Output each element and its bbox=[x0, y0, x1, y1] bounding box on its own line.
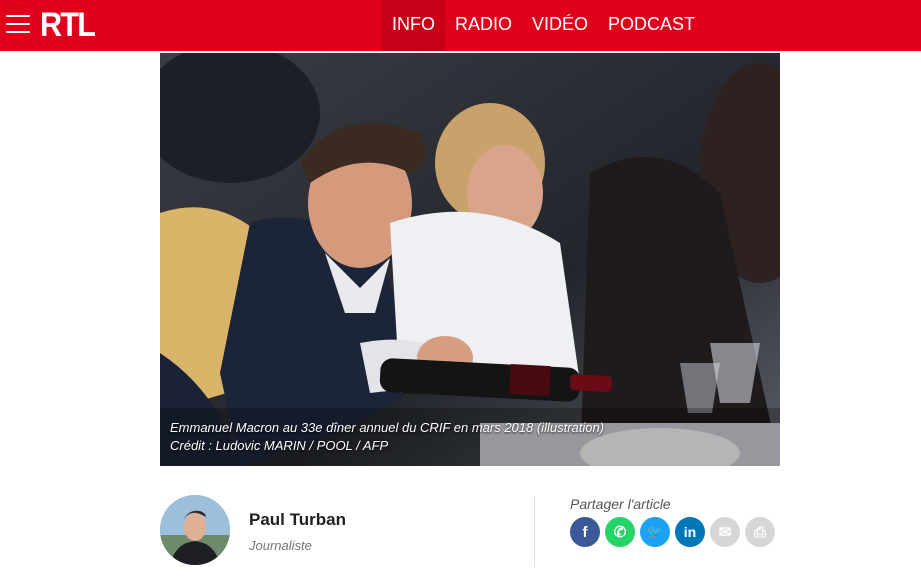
nav-item-radio[interactable]: RADIO bbox=[445, 0, 522, 51]
hero-photo bbox=[160, 53, 780, 466]
nav-item-video[interactable]: VIDÉO bbox=[522, 0, 598, 51]
share-buttons: f ✆ 🐦 in ✉ ⎙ bbox=[570, 517, 775, 547]
print-icon[interactable]: ⎙ bbox=[745, 517, 775, 547]
article-hero-image: Emmanuel Macron au 33e dîner annuel du C… bbox=[160, 53, 780, 466]
top-navigation-bar: RTL INFO RADIO VIDÉO PODCAST bbox=[0, 0, 921, 51]
whatsapp-icon[interactable]: ✆ bbox=[605, 517, 635, 547]
facebook-icon[interactable]: f bbox=[570, 517, 600, 547]
author-avatar[interactable] bbox=[160, 495, 230, 565]
author-name[interactable]: Paul Turban bbox=[249, 510, 346, 530]
whatsapp-glyph: ✆ bbox=[613, 524, 627, 541]
print-glyph: ⎙ bbox=[753, 523, 766, 541]
nav-item-podcast[interactable]: PODCAST bbox=[598, 0, 705, 51]
hamburger-icon[interactable] bbox=[6, 12, 32, 38]
divider bbox=[534, 496, 535, 566]
share-title: Partager l'article bbox=[570, 496, 671, 512]
main-nav: INFO RADIO VIDÉO PODCAST bbox=[382, 0, 705, 51]
rtl-logo[interactable]: RTL bbox=[40, 8, 96, 42]
hero-caption-text: Emmanuel Macron au 33e dîner annuel du C… bbox=[170, 420, 605, 435]
email-glyph: ✉ bbox=[718, 524, 732, 541]
linkedin-icon[interactable]: in bbox=[675, 517, 705, 547]
hero-credit-text: Crédit : Ludovic MARIN / POOL / AFP bbox=[170, 438, 389, 453]
author-block: Paul Turban Journaliste bbox=[160, 495, 520, 567]
author-photo bbox=[160, 495, 230, 565]
twitter-icon[interactable]: 🐦 bbox=[640, 517, 670, 547]
email-icon[interactable]: ✉ bbox=[710, 517, 740, 547]
linkedin-glyph: in bbox=[683, 524, 697, 540]
author-role: Journaliste bbox=[249, 538, 312, 553]
twitter-glyph: 🐦 bbox=[646, 524, 664, 539]
facebook-glyph: f bbox=[582, 523, 588, 541]
hero-caption: Emmanuel Macron au 33e dîner annuel du C… bbox=[170, 419, 604, 455]
nav-item-info[interactable]: INFO bbox=[382, 0, 445, 51]
